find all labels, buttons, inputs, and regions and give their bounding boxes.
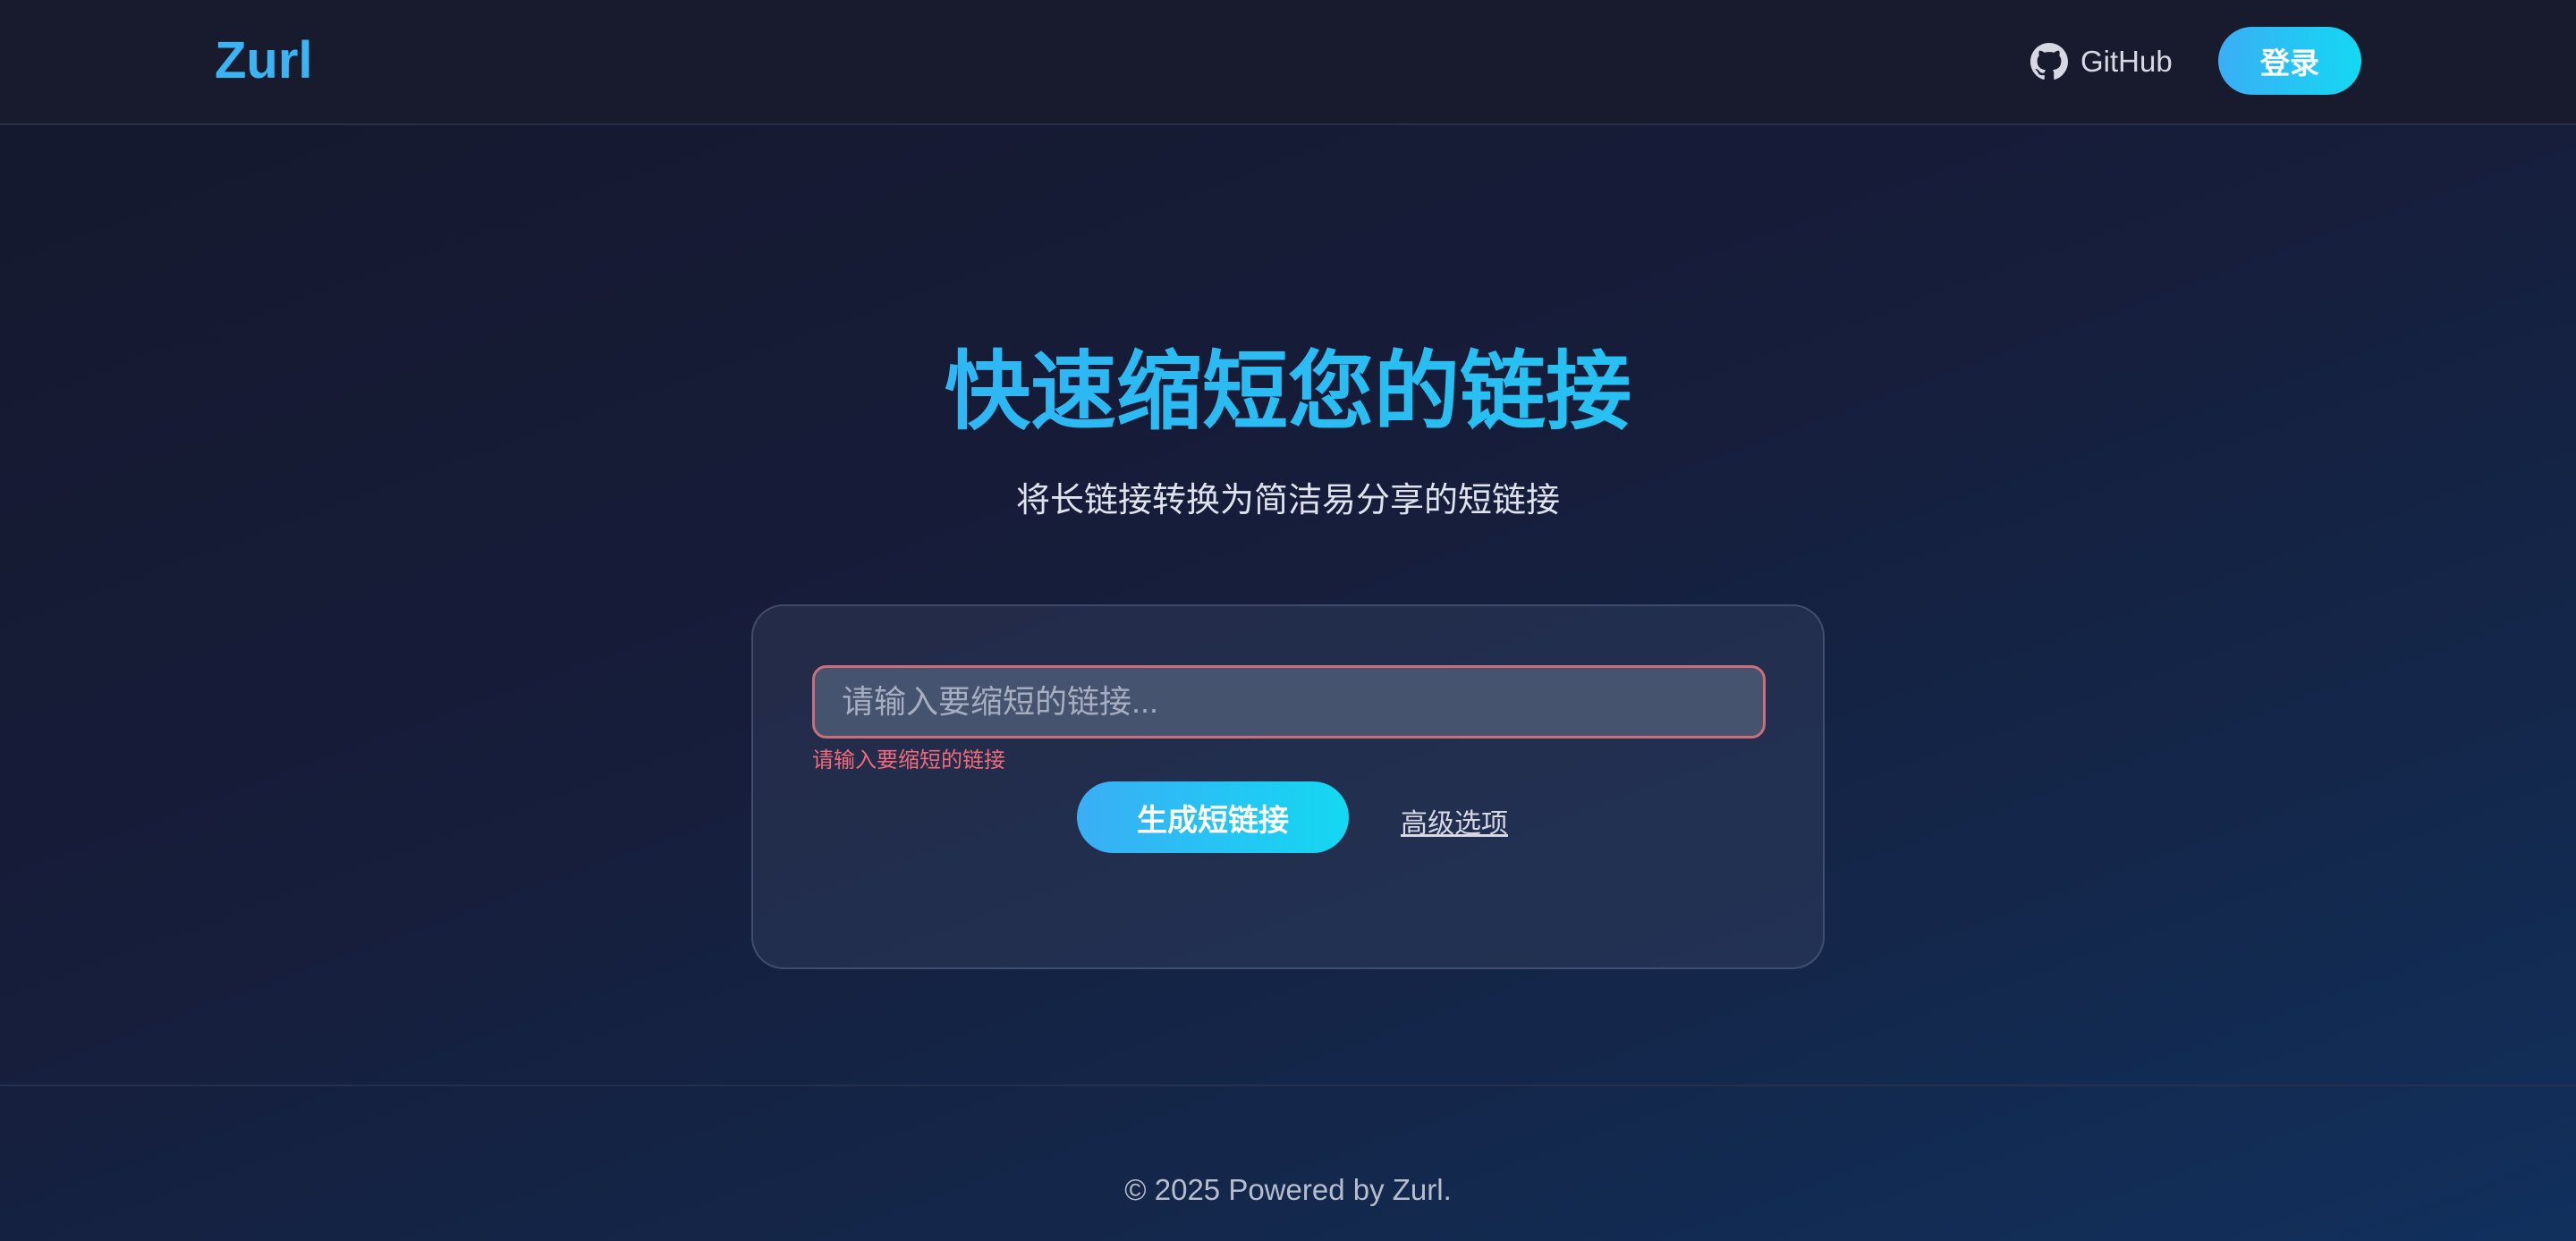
github-link[interactable]: GitHub: [2030, 39, 2173, 84]
top-nav: Zurl GitHub 登录: [0, 0, 2576, 125]
footer-copyright: © 2025 Powered by Zurl.: [1124, 1173, 1452, 1206]
github-label: GitHub: [2080, 45, 2173, 78]
generate-short-link-button[interactable]: 生成短链接: [1077, 781, 1349, 853]
advanced-options-link[interactable]: 高级选项: [1401, 801, 1508, 840]
url-input[interactable]: [812, 665, 1766, 739]
page-subtitle: 将长链接转换为简洁易分享的短链接: [1015, 482, 1560, 519]
footer-divider: [0, 1085, 2576, 1086]
github-icon: [2030, 43, 2068, 80]
url-error-message: 请输入要缩短的链接: [812, 748, 1005, 772]
shorten-form-card: 请输入要缩短的链接 生成短链接 高级选项: [751, 604, 1825, 969]
login-button[interactable]: 登录: [2218, 27, 2361, 95]
logo[interactable]: Zurl: [215, 30, 313, 90]
page-title: 快速缩短您的链接: [0, 322, 2576, 446]
